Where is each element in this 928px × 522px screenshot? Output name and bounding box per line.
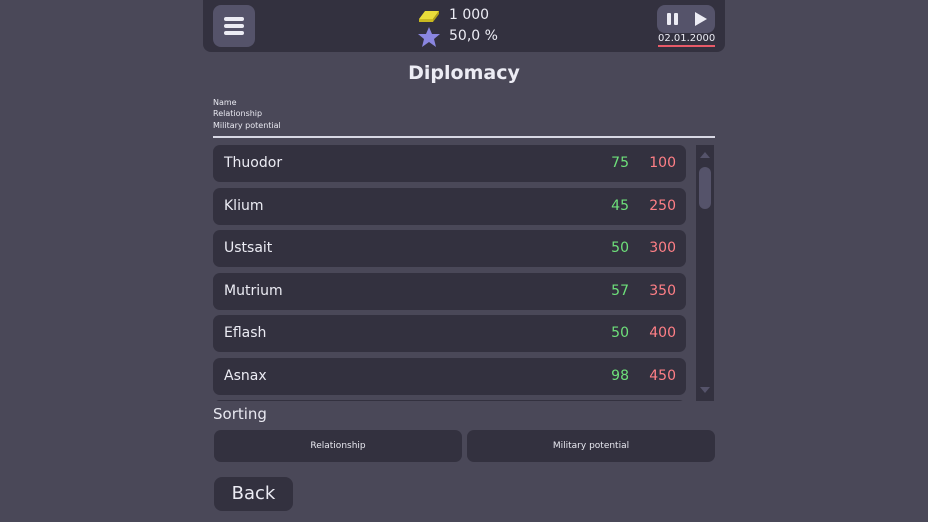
hamburger-menu-icon-bar xyxy=(224,24,244,28)
back-button[interactable]: Back xyxy=(214,477,293,511)
military-value: 350 xyxy=(649,282,676,299)
time-controls xyxy=(657,5,715,33)
country-name: Eflash xyxy=(224,325,267,341)
sort-military-button[interactable]: Military potential xyxy=(467,430,715,462)
list-item[interactable]: Thuodor 75 100 xyxy=(213,145,686,182)
hamburger-menu-icon-bar xyxy=(224,31,244,35)
pause-icon xyxy=(667,13,671,25)
column-header-military: Military potential xyxy=(213,121,281,130)
prestige-value: 50,0 % xyxy=(449,28,498,44)
menu-button[interactable] xyxy=(213,5,255,47)
game-date[interactable]: 02.01.2000 xyxy=(658,33,715,47)
hamburger-menu-icon xyxy=(224,17,244,21)
country-name: Thuodor xyxy=(224,155,283,171)
country-name: Klium xyxy=(224,197,264,214)
country-name: Asnax xyxy=(224,367,267,384)
military-value: 300 xyxy=(649,240,676,256)
gold-value: 1 000 xyxy=(449,7,490,23)
list-item[interactable] xyxy=(213,400,686,401)
page-title: Diplomacy xyxy=(408,62,520,84)
star-icon xyxy=(418,27,440,47)
list-item[interactable]: Asnax 98 450 xyxy=(213,357,686,395)
list-item[interactable]: Ustsait 50 300 xyxy=(213,230,686,267)
scroll-up-arrow-icon[interactable] xyxy=(700,152,710,158)
relationship-value: 57 xyxy=(611,282,629,299)
military-value: 250 xyxy=(649,197,676,214)
pause-button[interactable] xyxy=(661,5,685,33)
military-value: 400 xyxy=(649,325,676,341)
play-button[interactable] xyxy=(687,5,713,33)
sorting-label: Sorting xyxy=(213,405,267,423)
sort-relationship-button[interactable]: Relationship xyxy=(214,430,462,462)
play-icon xyxy=(695,12,707,26)
military-value: 100 xyxy=(649,155,676,171)
top-bar: 1 000 50,0 % 02.01.2000 xyxy=(203,0,725,52)
gold-bar-icon xyxy=(419,11,439,22)
country-list: Thuodor 75 100 Klium 45 250 Ustsait 50 3… xyxy=(213,145,687,401)
column-header-relationship: Relationship xyxy=(213,109,263,118)
relationship-value: 50 xyxy=(611,240,629,256)
header-divider xyxy=(213,136,715,138)
list-item[interactable]: Eflash 50 400 xyxy=(213,315,686,352)
list-scrollbar[interactable] xyxy=(696,145,714,401)
list-item[interactable]: Klium 45 250 xyxy=(213,187,686,225)
country-name: Mutrium xyxy=(224,282,283,299)
relationship-value: 50 xyxy=(611,325,629,341)
relationship-value: 98 xyxy=(611,367,629,384)
military-value: 450 xyxy=(649,367,676,384)
pause-icon-bar xyxy=(674,13,678,25)
list-item[interactable]: Mutrium 57 350 xyxy=(213,272,686,310)
scroll-down-arrow-icon[interactable] xyxy=(700,387,710,393)
relationship-value: 75 xyxy=(611,155,629,171)
country-name: Ustsait xyxy=(224,240,273,256)
scroll-thumb[interactable] xyxy=(699,167,711,209)
relationship-value: 45 xyxy=(611,197,629,214)
